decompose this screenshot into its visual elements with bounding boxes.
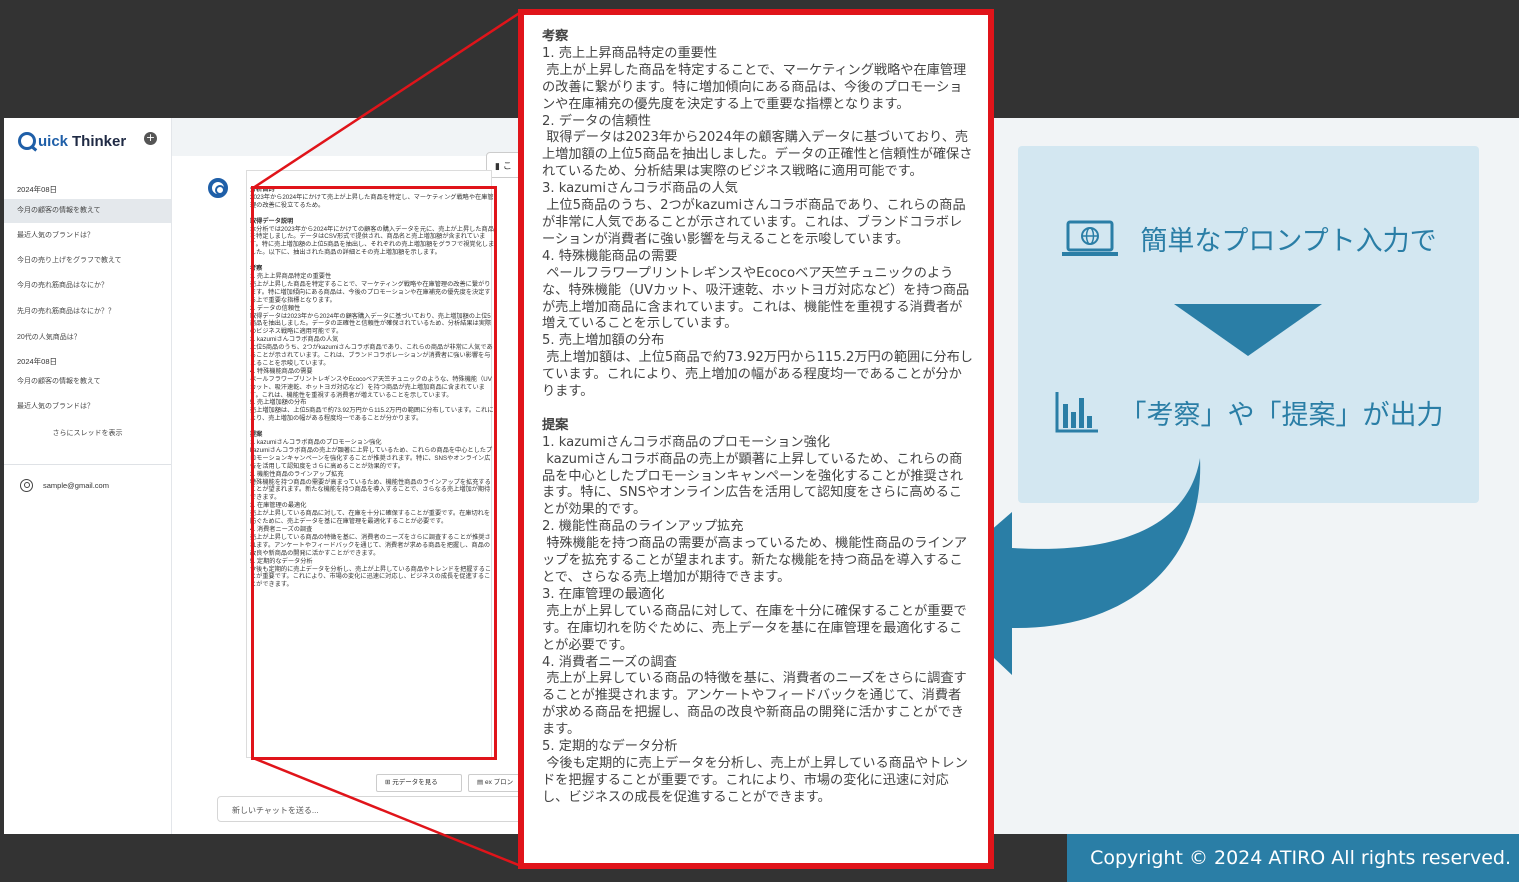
example-prompt-label: ex プロン: [484, 779, 514, 786]
info-line-1-text: 簡単なプロンプト入力で: [1140, 225, 1437, 257]
user-email: sample@gmail.com: [43, 481, 109, 490]
logo-thinker: Thinker: [72, 132, 127, 150]
logo-uick: uick: [38, 132, 69, 150]
zoom-paragraph: 1. kazumiさんコラボ商品のプロモーション強化 kazumiさんコラボ商品…: [542, 434, 968, 805]
table-icon: ⊞: [385, 779, 391, 786]
laptop-globe-icon: [1062, 220, 1119, 256]
chat-input[interactable]: 新しいチャットを送る...: [217, 796, 527, 822]
sidebar-item[interactable]: 最近人気のブランドは？: [4, 395, 171, 419]
zoom-heading: 提案: [542, 417, 569, 433]
copyright-bar: Copyright © 2024 ATIRO All rights reserv…: [1067, 834, 1519, 882]
view-source-data-button[interactable]: ⊞ 元データを見る: [376, 774, 462, 792]
answer-highlight-frame: [251, 186, 497, 760]
book-icon: ▤: [477, 779, 484, 786]
sidebar-item[interactable]: 今月の顧客の情報を教えて: [4, 199, 171, 223]
logo: uick Thinker: [18, 132, 126, 150]
copy-label: こ: [502, 162, 512, 172]
new-thread-button[interactable]: +: [144, 132, 157, 145]
user-icon: [20, 479, 33, 492]
zoom-heading: 考察: [542, 29, 569, 44]
bar-chart-icon: [1055, 392, 1098, 433]
sidebar: uick Thinker + 2024年08日 今月の顧客の情報を教えて 最近人…: [4, 118, 172, 834]
zoomed-answer-text: 考察 1. 売上上昇商品特定の重要性 売上が上昇した商品を特定することで、マーケ…: [542, 29, 974, 807]
logo-q-icon: [18, 132, 36, 150]
zoomed-answer-panel: 考察 1. 売上上昇商品特定の重要性 売上が上昇した商品を特定することで、マーケ…: [518, 9, 994, 869]
zoom-paragraph: 1. 売上上昇商品特定の重要性 売上が上昇した商品を特定することで、マーケティン…: [542, 45, 973, 400]
sidebar-item[interactable]: 最近人気のブランドは？: [4, 224, 171, 248]
sidebar-date: 2024年08日: [17, 357, 58, 366]
info-line-2-text: 「考察」や「提案」が出力: [1119, 399, 1444, 431]
trash-icon: ▮: [495, 162, 500, 172]
info-line-1: 簡単なプロンプト入力で: [1018, 218, 1479, 258]
sidebar-item[interactable]: 先月の売れ筋商品はなにか？？: [4, 300, 171, 324]
down-triangle-icon: [1174, 304, 1322, 356]
info-line-2: 「考察」や「提案」が出力: [1018, 390, 1479, 434]
sidebar-item[interactable]: 今月の顧客の情報を教えて: [4, 370, 171, 394]
sidebar-item[interactable]: 今月の売れ筋商品はなにか？: [4, 274, 171, 298]
info-panel: 簡単なプロンプト入力で 「考察」や「提案」が出力: [1018, 146, 1479, 503]
sidebar-divider: [4, 464, 171, 465]
sidebar-date: 2024年08日: [17, 185, 58, 194]
example-prompt-button[interactable]: ▤ ex プロン: [468, 774, 524, 792]
bot-avatar-icon: [208, 178, 228, 198]
sidebar-item[interactable]: 20代の人気商品は？: [4, 326, 171, 350]
user-account[interactable]: sample@gmail.com: [20, 479, 109, 492]
show-more-threads-link[interactable]: さらにスレッドを表示: [4, 428, 171, 438]
sidebar-item[interactable]: 今日の売り上げをグラフで教えて: [4, 249, 171, 273]
view-source-data-label: 元データを見る: [392, 779, 438, 786]
